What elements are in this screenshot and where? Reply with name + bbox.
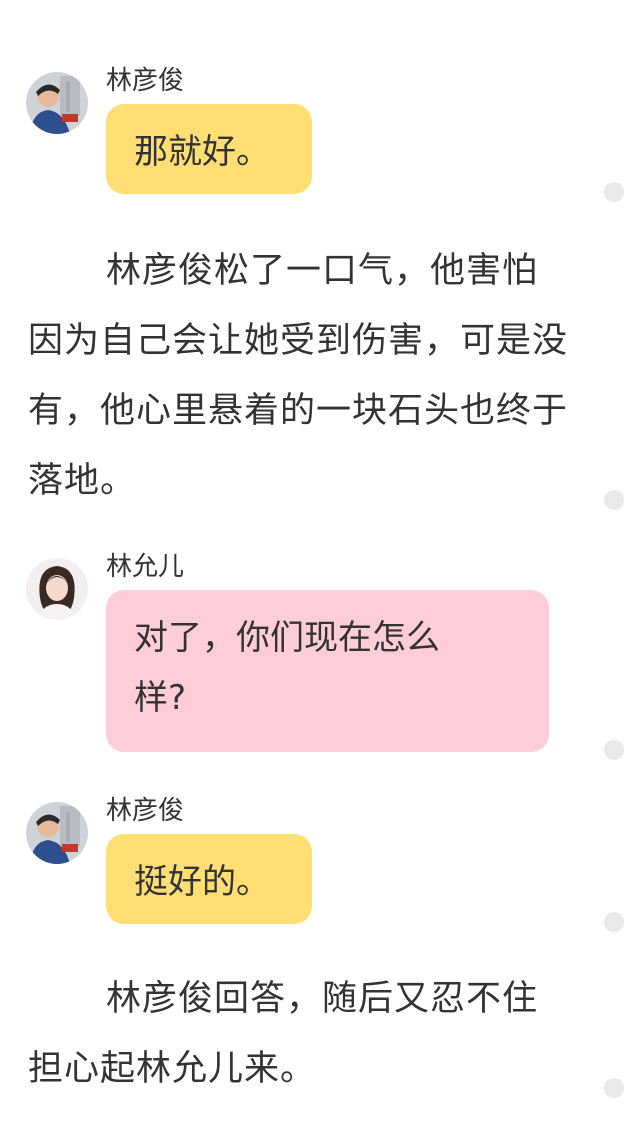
male-avatar-icon	[26, 72, 88, 134]
sender-name: 林彦俊	[106, 66, 185, 96]
sender-name: 林允儿	[106, 552, 185, 582]
message-bubble: 对了，你们现在怎么样?	[106, 590, 549, 752]
sender-name: 林彦俊	[106, 796, 185, 826]
avatar-lin-yanjun[interactable]	[26, 72, 88, 134]
story-page: 林彦俊 那就好。 林彦俊松了一口气，他害怕因为自己会让她受到伤害，可是没有，他心…	[0, 0, 640, 1138]
avatar-lin-yanjun[interactable]	[26, 802, 88, 864]
side-dot	[604, 490, 624, 510]
message-bubble: 挺好的。	[106, 834, 312, 924]
avatar-lin-yuner[interactable]	[26, 558, 88, 620]
male-avatar-icon	[26, 802, 88, 864]
female-avatar-icon	[26, 558, 88, 620]
narration-paragraph: 林彦俊回答，随后又忍不住担心起林允儿来。	[28, 979, 539, 1089]
side-dot	[604, 912, 624, 932]
side-dot	[604, 1078, 624, 1098]
side-dot	[604, 182, 624, 202]
side-dot	[604, 740, 624, 760]
narration-paragraph: 林彦俊松了一口气，他害怕因为自己会让她受到伤害，可是没有，他心里悬着的一块石头也…	[28, 251, 569, 501]
message-bubble: 那就好。	[106, 104, 312, 194]
